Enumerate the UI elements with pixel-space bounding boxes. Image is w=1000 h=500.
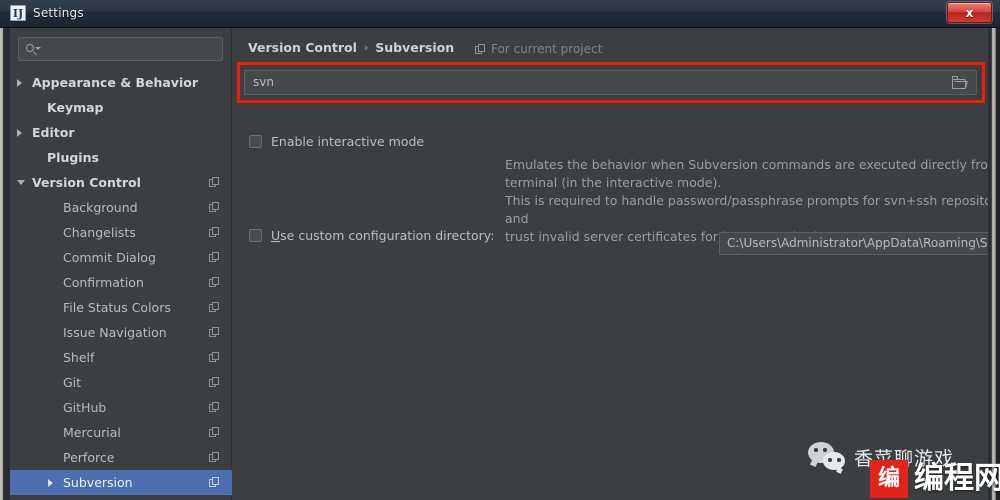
sidebar-item-label: Subversion xyxy=(63,475,133,490)
use-custom-config-label-rest: se custom configuration directory: xyxy=(280,228,495,243)
window-titlebar: IJ Settings x xyxy=(0,0,1000,28)
description-line: This is required to handle password/pass… xyxy=(505,193,988,226)
sidebar-item-changelists[interactable]: Changelists xyxy=(10,220,232,245)
sidebar-item-label: Commit Dialog xyxy=(63,250,156,265)
use-custom-config-mnemonic: U xyxy=(271,228,281,243)
sidebar-item-label: GitHub xyxy=(63,400,107,415)
sidebar-item-appearance-behavior[interactable]: Appearance & Behavior xyxy=(10,70,232,95)
svn-executable-field[interactable]: svn xyxy=(244,70,977,95)
sidebar-item-label: Shelf xyxy=(63,350,95,365)
sidebar-item-plugins[interactable]: Plugins xyxy=(10,145,232,170)
copy-icon[interactable] xyxy=(209,402,220,413)
breadcrumb-current: Subversion xyxy=(375,40,455,55)
copy-icon[interactable] xyxy=(209,427,220,438)
settings-content: Version Control › Subversion For current… xyxy=(232,28,988,500)
enable-interactive-mode-checkbox[interactable] xyxy=(249,135,262,148)
sidebar-item-confirmation[interactable]: Confirmation xyxy=(10,270,232,295)
description-line: terminal (in the interactive mode). xyxy=(505,175,722,190)
sidebar-item-subversion[interactable]: Subversion xyxy=(10,470,232,495)
sidebar-item-keymap[interactable]: Keymap xyxy=(10,95,232,120)
breadcrumb-parent[interactable]: Version Control xyxy=(248,40,357,55)
sidebar-item-label: Background xyxy=(63,200,138,215)
close-button[interactable]: x xyxy=(947,2,992,23)
use-custom-config-label: Use custom configuration directory: xyxy=(271,229,494,242)
folder-icon[interactable] xyxy=(952,76,968,89)
use-custom-config-checkbox[interactable] xyxy=(249,229,262,242)
screenshot-root: IJ Settings x Appearance & Behavior Keyma xyxy=(0,0,1000,500)
sidebar-item-label: Mercurial xyxy=(63,425,121,440)
sidebar-item-file-status-colors[interactable]: File Status Colors xyxy=(10,295,232,320)
sidebar-search[interactable] xyxy=(18,37,223,61)
titlebar-left-group: IJ Settings xyxy=(10,5,84,21)
settings-tree: Appearance & Behavior Keymap Editor Plugins… xyxy=(10,70,232,495)
sidebar-item-issue-navigation[interactable]: Issue Navigation xyxy=(10,320,232,345)
sidebar-item-label: Plugins xyxy=(47,150,99,165)
chevron-right-icon[interactable] xyxy=(17,129,22,137)
sidebar-item-commit-dialog[interactable]: Commit Dialog xyxy=(10,245,232,270)
sidebar-item-editor[interactable]: Editor xyxy=(10,120,232,145)
sidebar-item-label: Confirmation xyxy=(63,275,144,290)
sidebar-item-shelf[interactable]: Shelf xyxy=(10,345,232,370)
sidebar-item-label: Version Control xyxy=(32,175,141,190)
sidebar-item-label: Git xyxy=(63,375,82,390)
description-line: Emulates the behavior when Subversion co… xyxy=(505,157,988,172)
copy-icon[interactable] xyxy=(209,352,220,363)
close-icon: x xyxy=(965,5,974,20)
copy-icon[interactable] xyxy=(209,177,220,188)
search-input[interactable] xyxy=(45,41,219,59)
sidebar-item-mercurial[interactable]: Mercurial xyxy=(10,420,232,445)
sidebar-item-label: Editor xyxy=(32,125,75,140)
chevron-right-icon[interactable] xyxy=(17,79,22,87)
copy-icon[interactable] xyxy=(209,202,220,213)
chevron-down-icon[interactable] xyxy=(17,180,25,185)
sidebar-item-perforce[interactable]: Perforce xyxy=(10,445,232,470)
copy-icon[interactable] xyxy=(209,452,220,463)
sidebar-item-label: Appearance & Behavior xyxy=(32,75,198,90)
custom-config-path-field[interactable]: C:\Users\Administrator\AppData\Roaming\S… xyxy=(719,232,988,255)
sidebar-item-label: Keymap xyxy=(47,100,104,115)
for-current-project-label: For current project xyxy=(491,42,603,56)
breadcrumb: Version Control › Subversion xyxy=(248,40,454,55)
copy-icon[interactable] xyxy=(209,302,220,313)
search-box[interactable] xyxy=(18,37,223,61)
idea-icon: IJ xyxy=(10,5,26,21)
search-icon xyxy=(26,43,41,57)
copy-icon[interactable] xyxy=(209,252,220,263)
sidebar-item-label: Issue Navigation xyxy=(63,325,167,340)
breadcrumb-separator: › xyxy=(363,41,369,54)
custom-config-path-value: C:\Users\Administrator\AppData\Roaming\S… xyxy=(727,236,988,250)
window-title: Settings xyxy=(33,6,84,20)
copy-icon[interactable] xyxy=(209,227,220,238)
for-current-project: For current project xyxy=(475,42,602,56)
copy-icon[interactable] xyxy=(209,327,220,338)
enable-interactive-mode-row[interactable]: Enable interactive mode xyxy=(249,135,424,148)
chevron-right-icon[interactable] xyxy=(48,479,53,487)
sidebar-item-label: Changelists xyxy=(63,225,136,240)
settings-sidebar: Appearance & Behavior Keymap Editor Plugins… xyxy=(10,28,232,500)
settings-dialog: Appearance & Behavior Keymap Editor Plugins… xyxy=(9,28,988,500)
sidebar-item-background[interactable]: Background xyxy=(10,195,232,220)
desktop-backdrop-right xyxy=(988,28,1000,500)
sidebar-item-git[interactable]: Git xyxy=(10,370,232,395)
use-custom-config-row[interactable]: Use custom configuration directory: xyxy=(249,229,494,242)
copy-icon[interactable] xyxy=(209,477,220,488)
copy-icon[interactable] xyxy=(209,377,220,388)
sidebar-item-github[interactable]: GitHub xyxy=(10,395,232,420)
sidebar-item-version-control[interactable]: Version Control xyxy=(10,170,232,195)
enable-interactive-mode-label: Enable interactive mode xyxy=(271,134,425,149)
sidebar-item-label: Perforce xyxy=(63,450,115,465)
copy-icon[interactable] xyxy=(209,277,220,288)
copy-icon xyxy=(475,43,486,55)
svn-executable-value: svn xyxy=(253,75,274,89)
desktop-backdrop-left xyxy=(0,28,9,500)
sidebar-item-label: File Status Colors xyxy=(63,300,171,315)
